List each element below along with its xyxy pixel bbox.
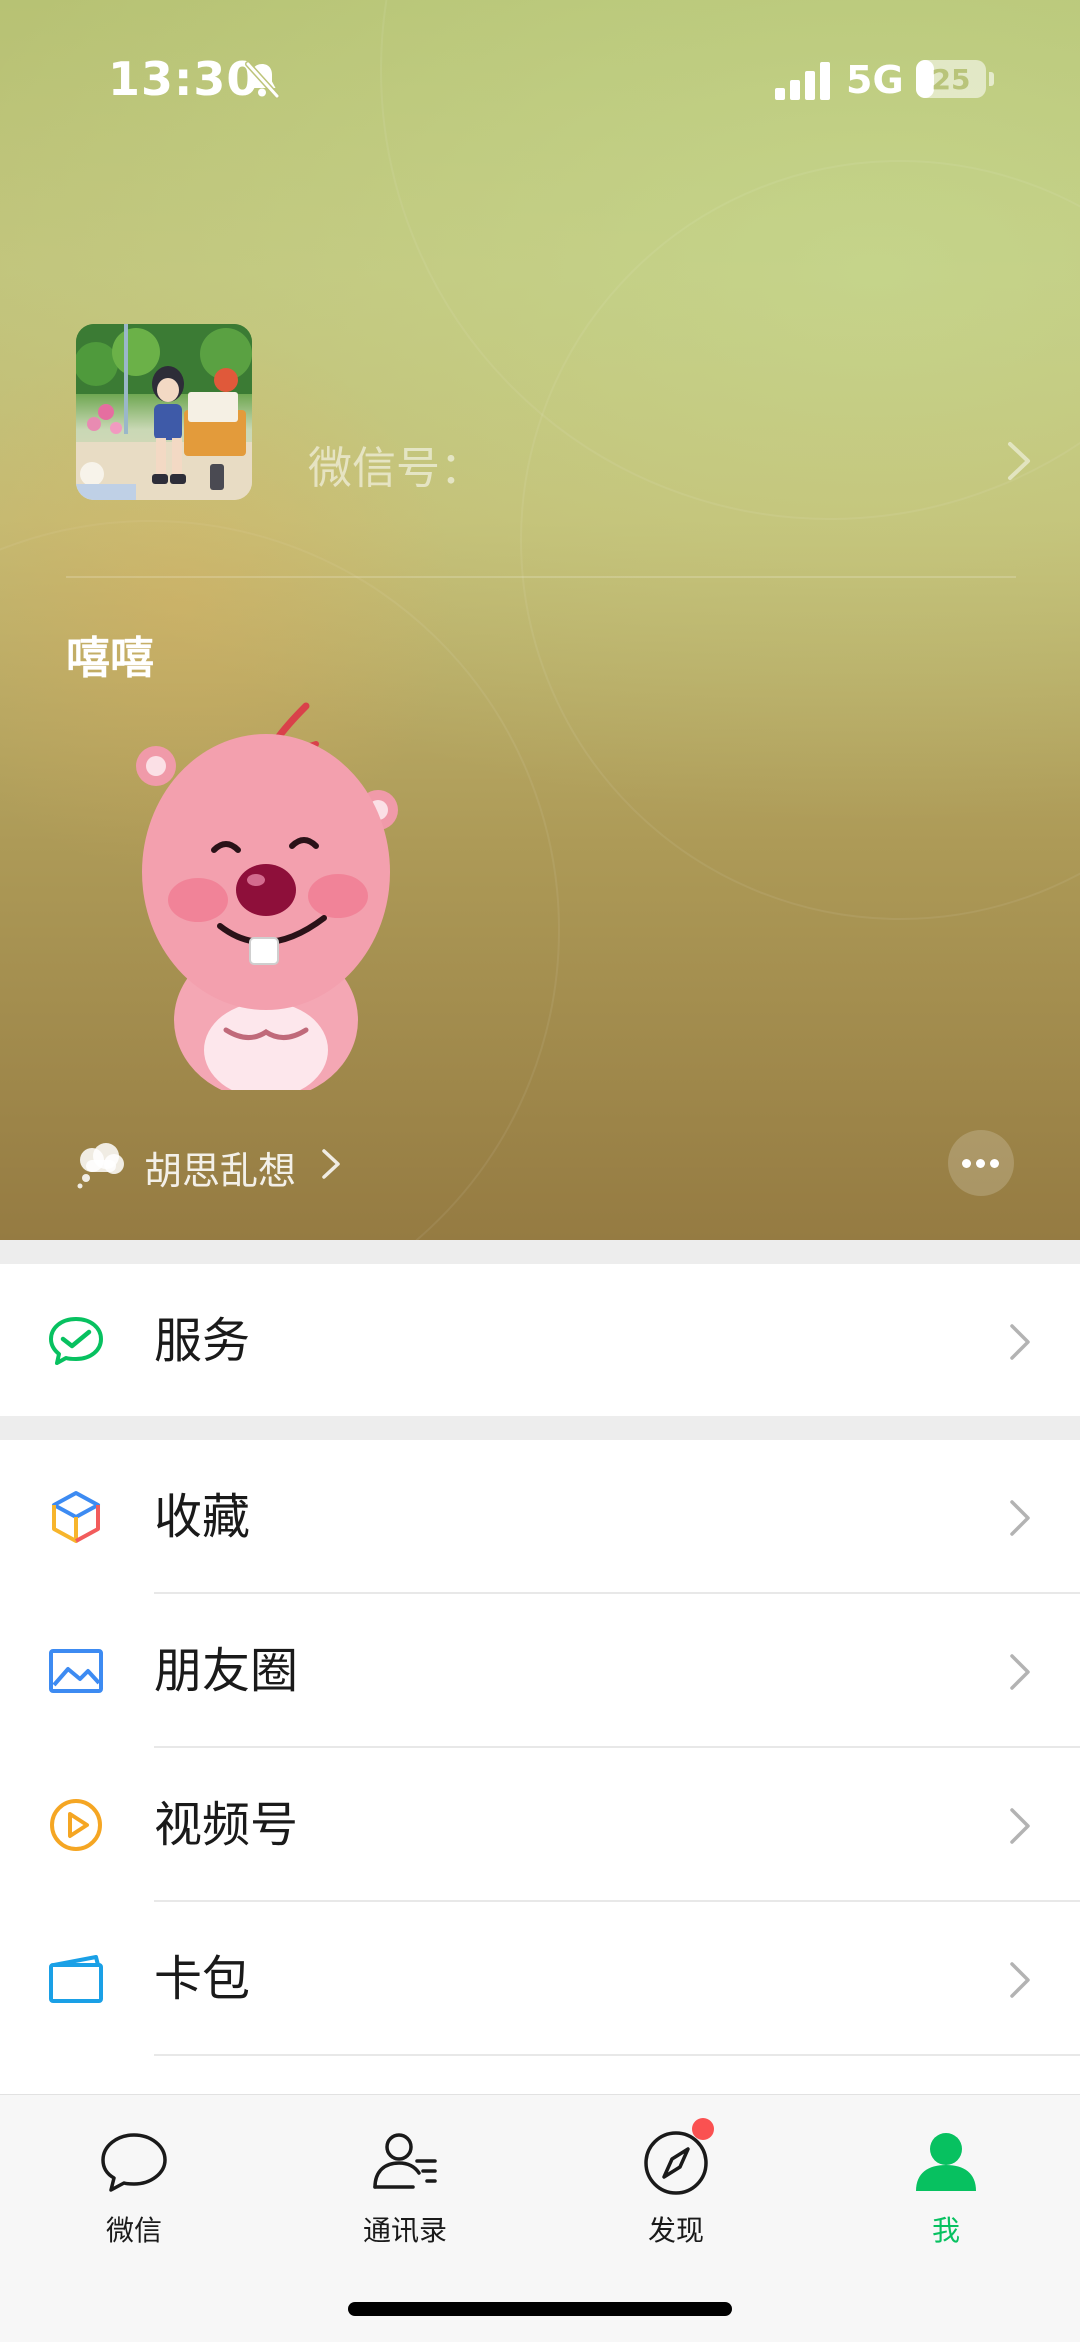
avatar-illustration: [76, 324, 252, 500]
thought-cloud-icon: [77, 1143, 124, 1189]
menu-item-label: 服务: [154, 1313, 251, 1369]
moments-image-icon: [49, 1649, 103, 1693]
chevron-right-icon: [1010, 1962, 1030, 1998]
avatar[interactable]: [76, 324, 252, 500]
beaver-sticker-image: [136, 702, 398, 1090]
chevron-right-icon: [322, 1149, 340, 1179]
tab-label: 通讯录: [362, 2214, 447, 2247]
menu-item-services[interactable]: 服务: [0, 1264, 1080, 1416]
battery-tip: [989, 72, 994, 86]
tab-label: 微信: [105, 2214, 162, 2247]
tab-contacts[interactable]: 通讯录: [305, 2127, 505, 2247]
main-menu-group: 收藏 朋友圈 视频号 卡包: [0, 1440, 1080, 2094]
battery-percentage: 25: [931, 63, 971, 96]
chevron-right-icon: [1010, 1808, 1030, 1844]
header-divider: [66, 576, 1016, 578]
tab-me[interactable]: 我: [846, 2127, 1046, 2247]
more-options-button[interactable]: [948, 1130, 1014, 1196]
menu-item-channels[interactable]: 视频号: [0, 1748, 1080, 1902]
favorites-cube-icon: [52, 1491, 100, 1543]
menu-item-label: 朋友圈: [154, 1643, 299, 1699]
chevron-right-icon: [1010, 1500, 1030, 1536]
network-type: 5G: [846, 58, 904, 102]
profile-header: 13:30 5G 25 微信号： 嘻嘻 胡思乱想: [0, 0, 1080, 1240]
menu-item-label: 卡包: [154, 1951, 251, 2007]
menu-item-label: 收藏: [154, 1489, 251, 1545]
menu-item-moments[interactable]: 朋友圈: [0, 1594, 1080, 1748]
menu-item-favorites[interactable]: 收藏: [0, 1440, 1080, 1594]
chat-bubble-icon: [101, 2133, 167, 2192]
tab-discover[interactable]: 发现: [576, 2127, 776, 2247]
home-indicator[interactable]: [348, 2302, 732, 2316]
card-wallet-icon: [49, 1955, 103, 2003]
wechat-id-label[interactable]: 微信号：: [308, 432, 484, 496]
status-text: 胡思乱想: [144, 1149, 297, 1193]
channels-play-icon: [50, 1799, 102, 1851]
chevron-right-icon[interactable]: [1004, 440, 1034, 482]
contacts-icon: [373, 2133, 437, 2189]
more-dot: [962, 1159, 971, 1168]
tab-label: 我: [931, 2214, 960, 2247]
clock: 13:30: [108, 52, 260, 106]
menu-item-card-wallet[interactable]: 卡包: [0, 1902, 1080, 2056]
chevron-right-icon: [1010, 1654, 1030, 1690]
status-bar: 13:30 5G 25: [0, 0, 1080, 150]
wechat-pay-icon: [49, 1317, 103, 1365]
more-dot: [976, 1159, 985, 1168]
battery-icon: 25: [916, 60, 986, 98]
menu-item-label: 视频号: [154, 1797, 299, 1853]
services-group: 服务: [0, 1264, 1080, 1416]
mute-bell-icon: [245, 61, 280, 99]
nickname: 嘻嘻: [66, 633, 154, 684]
row-divider: [154, 2054, 1080, 2056]
tab-chats[interactable]: 微信: [34, 2127, 234, 2247]
more-dot: [990, 1159, 999, 1168]
chevron-right-icon: [1010, 1324, 1030, 1360]
discover-notification-badge: [692, 2118, 714, 2140]
tab-label: 发现: [647, 2214, 704, 2247]
person-icon: [916, 2133, 976, 2191]
signal-strength-icon: [775, 62, 830, 100]
